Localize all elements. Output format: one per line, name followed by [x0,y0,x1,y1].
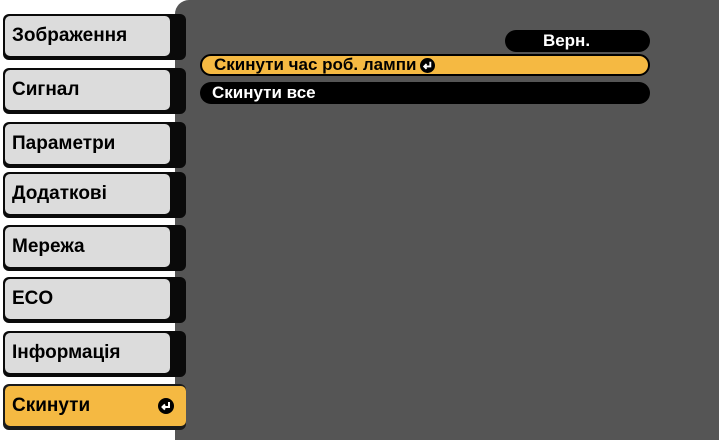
sidebar-item-signal[interactable]: Сигнал [3,68,186,114]
back-button[interactable]: Верн. [505,30,650,52]
sidebar-item-eco[interactable]: ECO [3,277,186,323]
sidebar-item-information[interactable]: Інформація [3,331,186,377]
sidebar-item-label: Додаткові [12,183,107,204]
menu-item-label: Скинути все [212,83,316,102]
sidebar-item-label: Сигнал [12,79,80,100]
enter-return-icon [420,57,436,73]
sidebar-item-settings[interactable]: Параметри [3,122,186,168]
sidebar-item-label: ECO [12,288,54,309]
menu-item-label: Скинути час роб. лампи [214,55,417,74]
menu-item-reset-lamp-hours[interactable]: Скинути час роб. лампи [200,54,650,76]
enter-return-icon [158,398,174,414]
sidebar-item-reset[interactable]: Скинути [3,384,186,430]
sidebar-item-image[interactable]: Зображення [3,14,186,60]
sidebar-item-extended[interactable]: Додаткові [3,172,186,218]
back-button-label: Верн. [542,31,591,50]
sidebar-item-label: Мережа [12,236,85,257]
sidebar-item-label: Параметри [12,133,116,154]
menu-item-reset-all[interactable]: Скинути все [200,82,650,104]
sidebar-item-label: Інформація [12,342,121,363]
sidebar-item-network[interactable]: Мережа [3,225,186,271]
sidebar: Зображення Сигнал Параметри Додаткові Ме… [0,0,200,440]
sidebar-item-label: Скинути [12,395,91,416]
sidebar-item-label: Зображення [12,25,128,46]
